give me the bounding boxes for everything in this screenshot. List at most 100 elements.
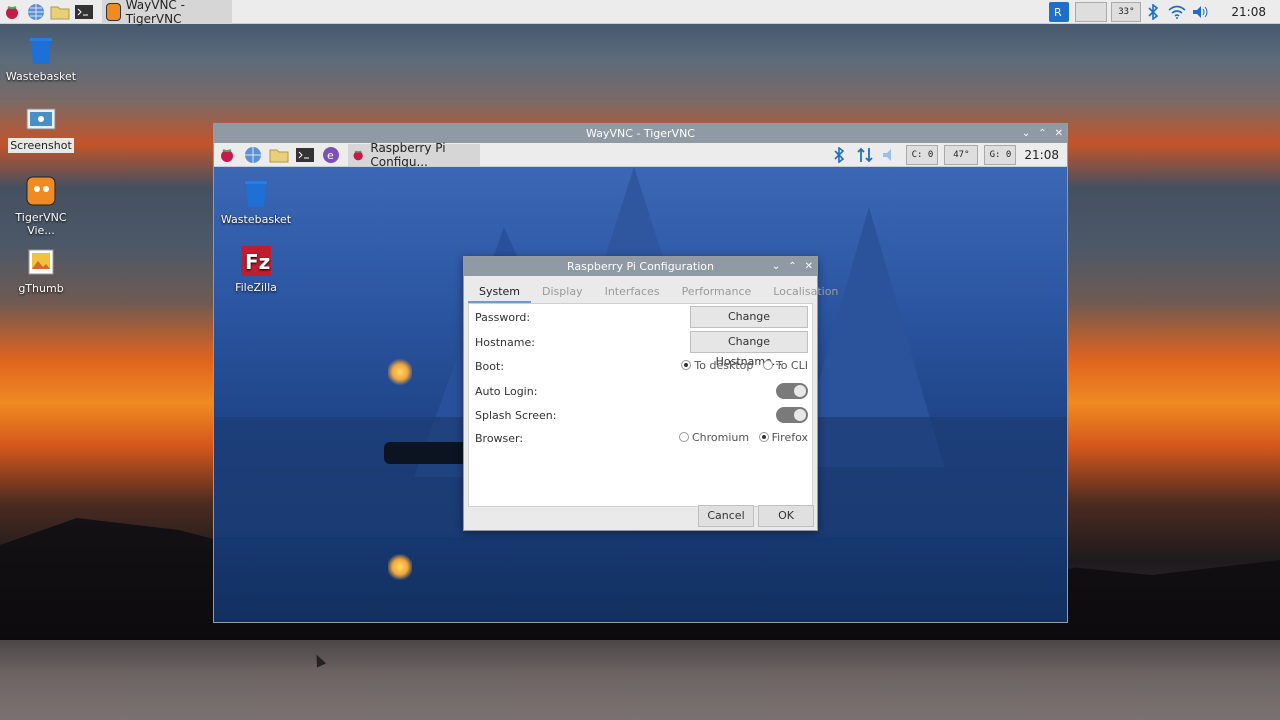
dialog-titlebar[interactable]: Raspberry Pi Configuration ⌄ ⌃ ✕: [464, 257, 817, 276]
hostname-row: Hostname: Change Hostname...: [475, 331, 808, 368]
taskbar-item-label: Raspberry Pi Configu...: [370, 140, 446, 169]
radio-label: Chromium: [691, 430, 750, 444]
volume-icon[interactable]: [878, 143, 904, 167]
desktop-icon-wastebasket[interactable]: Wastebasket: [216, 177, 296, 226]
autologin-toggle[interactable]: [776, 383, 808, 399]
svg-text:e: e: [327, 149, 334, 162]
desktop-icon-label: TigerVNC Vie...: [15, 211, 67, 237]
browser-globe-icon[interactable]: [240, 143, 266, 167]
boot-desktop-radio[interactable]: To desktop: [681, 359, 753, 372]
bluetooth-icon[interactable]: [1141, 0, 1165, 24]
wallpaper-lantern: [388, 357, 412, 387]
terminal-icon[interactable]: [72, 0, 96, 24]
emacs-icon[interactable]: e: [318, 143, 344, 167]
browser-label: Browser:: [475, 431, 524, 445]
screenshot-icon: [25, 103, 57, 135]
wifi-icon[interactable]: [1165, 0, 1189, 24]
boot-label: Boot:: [475, 359, 505, 373]
desktop-icon-wastebasket[interactable]: Wastebasket: [1, 34, 81, 83]
desktop-icon-gthumb[interactable]: gThumb: [1, 246, 81, 295]
raspberry-menu-icon[interactable]: [0, 0, 24, 24]
desktop-icon-label: Wastebasket: [5, 70, 77, 83]
desktop-icon-label: gThumb: [18, 282, 64, 295]
vnc-window-titlebar[interactable]: WayVNC - TigerVNC ⌄ ⌃ ✕: [214, 124, 1067, 143]
splash-row: Splash Screen:: [475, 404, 808, 426]
minimize-icon[interactable]: ⌄: [1022, 124, 1030, 143]
ok-button[interactable]: OK: [758, 505, 814, 527]
gpu-meter: G: 0: [984, 145, 1017, 165]
dialog-tabs: System Display Interfaces Performance Lo…: [468, 280, 838, 304]
vnc-window-title: WayVNC - TigerVNC: [586, 127, 695, 140]
temperature-meter: 33°: [1111, 2, 1142, 22]
boot-row: Boot: To desktop To CLI: [475, 355, 808, 377]
cancel-button[interactable]: Cancel: [698, 505, 754, 527]
gpu-value: G: 0: [989, 150, 1012, 160]
radio-label: To CLI: [775, 358, 808, 372]
desktop-icon-label: Wastebasket: [220, 213, 292, 226]
tab-performance[interactable]: Performance: [671, 280, 763, 303]
clock[interactable]: 21:08: [1231, 5, 1266, 19]
change-password-button[interactable]: Change Password...: [690, 306, 808, 343]
close-icon[interactable]: ✕: [1055, 124, 1063, 143]
tab-interfaces[interactable]: Interfaces: [594, 280, 671, 303]
radio-selected: [681, 360, 692, 371]
taskbar-item-tigervnc[interactable]: WayVNC - TigerVNC: [102, 0, 232, 26]
autologin-label: Auto Login:: [475, 384, 538, 398]
browser-row: Browser: Chromium Firefox: [475, 427, 808, 449]
file-manager-folder-icon[interactable]: [266, 143, 292, 167]
system-tray: R 33° 21:08: [1049, 0, 1280, 24]
desktop-icon-filezilla[interactable]: Fz FileZilla: [216, 245, 296, 294]
gthumb-icon: [25, 246, 57, 278]
system-tab-panel: Password: Change Password... Hostname: C…: [468, 304, 813, 507]
network-transfer-icon[interactable]: [852, 143, 878, 167]
maximize-icon[interactable]: ⌃: [1038, 124, 1046, 143]
raspberry-config-icon: [353, 149, 363, 160]
tab-system[interactable]: System: [468, 280, 532, 303]
tigervnc-app-icon: [106, 2, 121, 21]
splash-toggle[interactable]: [776, 407, 808, 423]
raspberry-menu-icon[interactable]: [214, 143, 240, 167]
rpi-config-dialog: Raspberry Pi Configuration ⌄ ⌃ ✕ System …: [463, 256, 838, 531]
temperature-meter: 47°: [944, 145, 979, 165]
close-icon[interactable]: ✕: [805, 257, 813, 276]
svg-text:R: R: [1054, 6, 1062, 19]
cpu-meter: [1075, 2, 1108, 22]
autologin-row: Auto Login:: [475, 380, 808, 402]
desktop-icon-label: Screenshot: [8, 138, 74, 153]
desktop-icon-label: FileZilla: [235, 281, 277, 294]
top-panel: WayVNC - TigerVNC R 33° 21:08: [0, 0, 1280, 26]
browser-globe-icon[interactable]: [24, 0, 48, 24]
wallpaper-lantern-reflection: [388, 552, 412, 582]
tab-localisation[interactable]: Localisation: [762, 280, 849, 303]
radio-label: Firefox: [771, 430, 808, 444]
browser-firefox-radio[interactable]: Firefox: [758, 430, 808, 444]
radio-label: To desktop: [694, 358, 754, 372]
boot-cli-radio[interactable]: To CLI: [762, 358, 808, 372]
temperature-value: 33°: [1118, 7, 1135, 17]
file-manager-folder-icon[interactable]: [48, 0, 72, 24]
volume-icon[interactable]: [1189, 0, 1213, 24]
taskbar-item-rpi-config[interactable]: Raspberry Pi Configu...: [348, 140, 480, 169]
tab-display[interactable]: Display: [531, 280, 594, 303]
desktop-icon-tigervnc[interactable]: TigerVNC Vie...: [1, 175, 81, 237]
radio-unselected: [762, 360, 773, 371]
clock[interactable]: 21:08: [1024, 148, 1059, 162]
dialog-footer: Cancel OK: [464, 502, 817, 530]
wastebasket-icon: [25, 34, 57, 66]
taskbar-item-label: WayVNC - TigerVNC: [125, 0, 185, 26]
minimize-icon[interactable]: ⌄: [772, 257, 780, 276]
tigervnc-icon: [25, 175, 57, 207]
maximize-icon[interactable]: ⌃: [788, 257, 796, 276]
bluetooth-icon[interactable]: [826, 143, 852, 167]
cpu-value: C: 0: [911, 150, 934, 160]
filezilla-icon: Fz: [240, 245, 272, 277]
change-hostname-button[interactable]: Change Hostname...: [690, 331, 808, 368]
dialog-title: Raspberry Pi Configuration: [566, 260, 714, 273]
browser-chromium-radio[interactable]: Chromium: [678, 430, 750, 444]
wastebasket-icon: [240, 177, 272, 209]
realvnc-icon[interactable]: R: [1049, 2, 1070, 22]
temperature-value: 47°: [953, 150, 970, 160]
terminal-icon[interactable]: [292, 143, 318, 167]
radio-unselected: [678, 432, 689, 443]
desktop-icon-screenshot[interactable]: Screenshot: [1, 103, 81, 153]
